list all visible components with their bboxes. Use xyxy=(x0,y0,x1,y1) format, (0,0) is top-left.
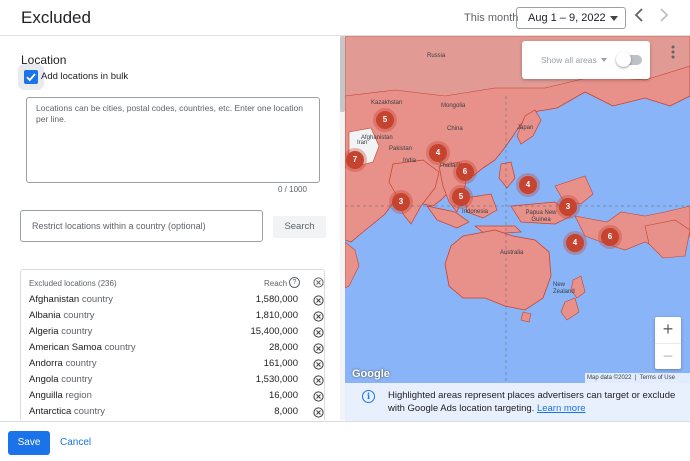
close-circle-icon[interactable] xyxy=(313,277,324,288)
map-cluster-marker[interactable]: 4 xyxy=(566,234,584,252)
dialog-footer: Save Cancel xyxy=(0,421,690,461)
table-row: Algeria country 15,400,000 xyxy=(21,325,324,341)
location-reach: 16,000 xyxy=(268,390,298,401)
location-name: Andorra country xyxy=(29,358,97,369)
chevron-left-icon[interactable] xyxy=(630,8,648,28)
map-label: Iran xyxy=(357,140,368,146)
reach-header: Reach xyxy=(264,279,288,288)
location-name: Anguilla region xyxy=(29,390,92,401)
map-data-credit[interactable]: Map data ©2022 xyxy=(587,375,631,381)
checkmark-icon xyxy=(26,73,36,82)
map-attribution: Map data ©2022 | Terms of Use xyxy=(585,373,690,383)
location-reach: 15,400,000 xyxy=(250,326,298,337)
map-cluster-marker[interactable]: 3 xyxy=(392,193,410,211)
zoom-control: + − xyxy=(655,317,681,369)
map-cluster-marker[interactable]: 5 xyxy=(376,111,394,129)
map-label: Papua New Guinea xyxy=(525,210,557,223)
location-name: American Samoa country xyxy=(29,342,136,353)
dialog-header: Excluded This month Aug 1 – 9, 2022 xyxy=(0,0,690,36)
bulk-locations-textarea[interactable]: Locations can be cities, postal codes, c… xyxy=(26,97,320,183)
location-name: Algeria country xyxy=(29,326,93,337)
table-row: Antarctica country 8,000 xyxy=(21,405,324,420)
location-name: Angola country xyxy=(29,374,93,385)
info-icon: i xyxy=(362,390,375,403)
char-count: 0 / 1000 xyxy=(278,185,307,194)
close-circle-icon[interactable] xyxy=(313,407,324,418)
map-label: China xyxy=(447,126,463,132)
location-reach: 8,000 xyxy=(274,406,298,417)
location-name: Albania country xyxy=(29,310,95,321)
restrict-country-input[interactable]: Restrict locations within a country (opt… xyxy=(20,210,263,242)
map-label: Pakistan xyxy=(389,146,413,152)
table-row: Anguilla region 16,000 xyxy=(21,389,324,405)
location-name: Afghanistan country xyxy=(29,294,113,305)
zoom-in-button[interactable]: + xyxy=(655,317,681,343)
more-vert-icon[interactable] xyxy=(665,41,681,63)
close-circle-icon[interactable] xyxy=(313,375,324,386)
date-range-select[interactable]: Aug 1 – 9, 2022 xyxy=(516,7,626,29)
help-circle-icon[interactable]: ? xyxy=(289,277,300,288)
restrict-placeholder: Restrict locations within a country (opt… xyxy=(32,221,206,231)
table-row: Angola country 1,530,000 xyxy=(21,373,324,389)
excluded-locations-list: Excluded locations (236) Reach ? Afghani… xyxy=(20,269,325,420)
close-circle-icon[interactable] xyxy=(313,359,324,370)
dropdown-arrow-icon[interactable] xyxy=(601,58,607,62)
map-cluster-marker[interactable]: 6 xyxy=(456,163,474,181)
map-label: Kazakhstan xyxy=(371,100,403,106)
map-label: New Zealand xyxy=(553,282,575,295)
location-reach: 161,000 xyxy=(263,358,298,369)
section-title: Location xyxy=(21,53,67,67)
google-logo: Google xyxy=(352,368,390,380)
page-title: Excluded xyxy=(21,8,91,27)
info-text: Highlighted areas represent places adver… xyxy=(388,390,676,414)
location-reach: 28,000 xyxy=(268,342,298,353)
save-button[interactable]: Save xyxy=(8,431,50,455)
search-button[interactable]: Search xyxy=(273,216,326,238)
map-label: India xyxy=(403,158,417,164)
map-cluster-marker[interactable]: 5 xyxy=(452,188,470,206)
map-cluster-marker[interactable]: 6 xyxy=(601,228,619,246)
show-all-areas-label[interactable]: Show all areas xyxy=(541,55,597,65)
toggle-knob xyxy=(616,52,631,67)
location-panel: Location Add locations in bulk Locations… xyxy=(7,36,345,420)
info-banner: i Highlighted areas represent places adv… xyxy=(345,383,690,421)
learn-more-link[interactable]: Learn more xyxy=(537,403,586,414)
map-label: Japan xyxy=(517,125,534,131)
map-label: Indonesia xyxy=(462,209,489,215)
terms-link[interactable]: Terms of Use xyxy=(640,375,675,381)
zoom-out-button[interactable]: − xyxy=(655,343,681,369)
close-circle-icon[interactable] xyxy=(313,343,324,354)
close-circle-icon[interactable] xyxy=(313,327,324,338)
excluded-header: Excluded locations (236) xyxy=(29,279,117,288)
table-row: Albania country 1,810,000 xyxy=(21,309,324,325)
table-row: Afghanistan country 1,580,000 xyxy=(21,293,324,309)
close-circle-icon[interactable] xyxy=(313,391,324,402)
date-range-value: Aug 1 – 9, 2022 xyxy=(528,12,606,24)
map-label: Australia xyxy=(500,250,524,256)
show-all-areas-control: Show all areas xyxy=(522,41,650,79)
close-circle-icon[interactable] xyxy=(313,311,324,322)
show-all-areas-toggle[interactable] xyxy=(616,52,642,67)
chevron-right-icon[interactable] xyxy=(655,8,673,28)
close-circle-icon[interactable] xyxy=(313,295,324,306)
location-reach: 1,530,000 xyxy=(255,374,298,385)
bulk-add-label: Add locations in bulk xyxy=(41,71,129,82)
map-cluster-marker[interactable]: 3 xyxy=(559,198,577,216)
map-view[interactable]: Russia Kazakhstan Mongolia Afghanistan I… xyxy=(345,36,690,383)
map-cluster-marker[interactable]: 4 xyxy=(519,176,537,194)
map-label: Russia xyxy=(427,53,446,59)
dropdown-arrow-icon xyxy=(610,16,618,21)
cancel-button[interactable]: Cancel xyxy=(60,431,91,455)
period-label: This month xyxy=(464,12,519,24)
table-row: American Samoa country 28,000 xyxy=(21,341,324,357)
map-cluster-marker[interactable]: 7 xyxy=(346,151,364,169)
location-name: Antarctica country xyxy=(29,406,106,417)
location-reach: 1,810,000 xyxy=(255,310,298,321)
map-label: Mongolia xyxy=(441,103,466,109)
bulk-add-checkbox[interactable] xyxy=(24,70,38,84)
textarea-placeholder: Locations can be cities, postal codes, c… xyxy=(36,103,303,124)
location-reach: 1,580,000 xyxy=(255,294,298,305)
map-cluster-marker[interactable]: 4 xyxy=(429,144,447,162)
table-row: Andorra country 161,000 xyxy=(21,357,324,373)
